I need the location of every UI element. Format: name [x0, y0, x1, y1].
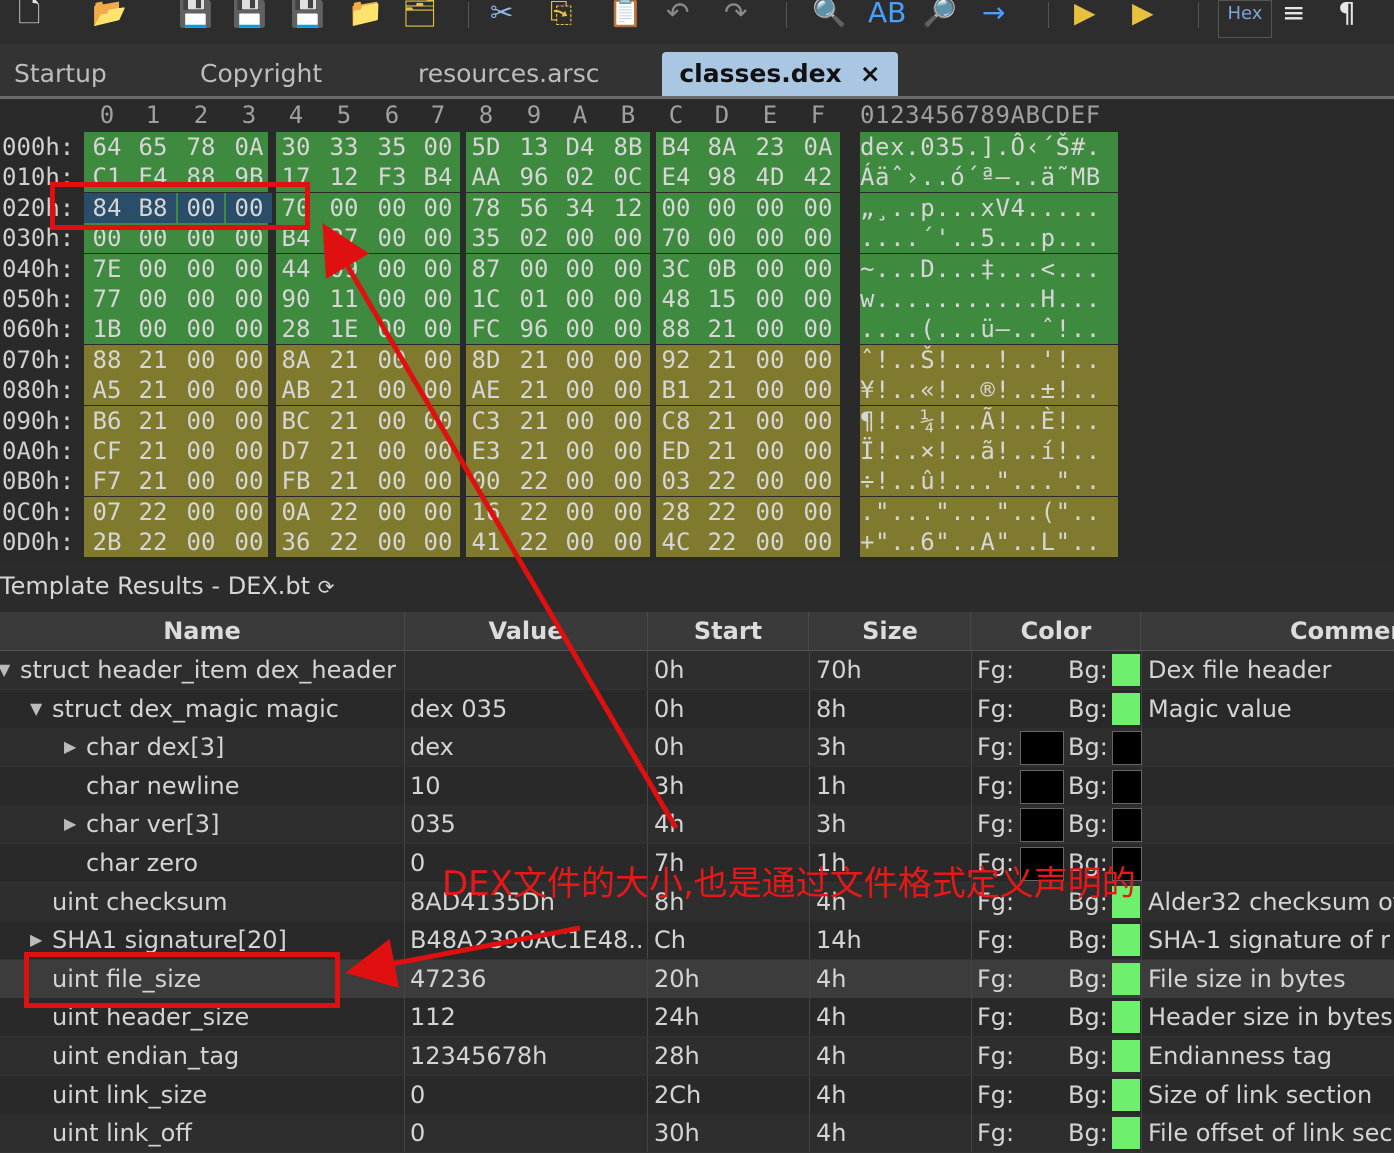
- annotation-box-hex-bytes: [50, 182, 310, 230]
- annotation-text: DEX文件的大小,也是通过文件格式定义声明的: [442, 864, 1136, 904]
- annotation-arrow-to-hex: [322, 223, 679, 830]
- annotation-box-file-size: [24, 952, 340, 1008]
- annotation-arrow-to-field: [345, 925, 581, 988]
